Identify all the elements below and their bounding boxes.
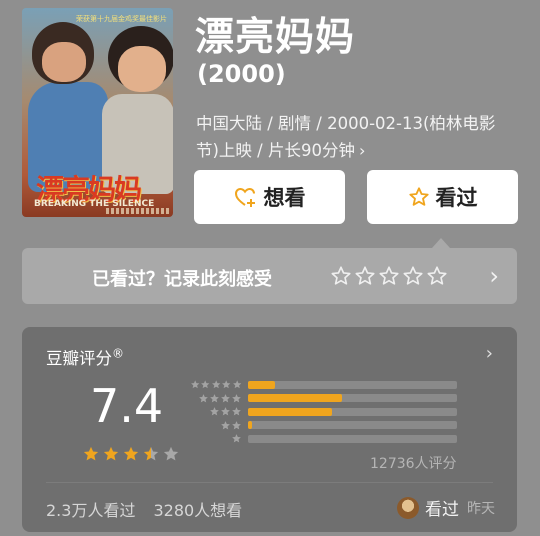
watched-button[interactable]: 看过 bbox=[367, 170, 518, 224]
movie-meta-text: 中国大陆 / 剧情 / 2000-02-13(柏林电影节)上映 / 片长90分钟 bbox=[196, 114, 496, 160]
distribution-track bbox=[248, 380, 457, 389]
heart-plus-icon bbox=[234, 187, 255, 207]
poster-credits bbox=[106, 208, 170, 214]
distribution-track bbox=[248, 407, 457, 416]
chevron-right-icon: › bbox=[485, 343, 493, 364]
distribution-row bbox=[190, 392, 460, 406]
small-star-icon bbox=[221, 393, 230, 403]
distribution-stars bbox=[190, 393, 242, 404]
distribution-row bbox=[190, 419, 460, 433]
seen-count: 2.3万人看过 bbox=[46, 501, 136, 520]
rate-star-icon[interactable] bbox=[426, 265, 448, 287]
score-star-icon bbox=[123, 446, 139, 461]
rate-star-icon[interactable] bbox=[330, 265, 352, 287]
rate-star-icon[interactable] bbox=[378, 265, 400, 287]
small-star-icon bbox=[191, 380, 200, 389]
distribution-bar bbox=[248, 421, 253, 430]
movie-meta[interactable]: 中国大陆 / 剧情 / 2000-02-13(柏林电影节)上映 / 片长90分钟… bbox=[196, 110, 516, 164]
distribution-track bbox=[248, 434, 457, 443]
small-star-icon bbox=[232, 420, 241, 430]
small-star-icon bbox=[211, 380, 221, 389]
movie-year: (2000) bbox=[197, 60, 286, 88]
registered-mark: ® bbox=[112, 346, 124, 361]
small-star-icon bbox=[222, 380, 231, 389]
movie-title: 漂亮妈妈 bbox=[195, 15, 356, 60]
friend-status-time: 昨天 bbox=[467, 500, 495, 517]
distribution-stars bbox=[190, 433, 242, 444]
score-star-icon bbox=[163, 446, 179, 461]
chevron-right-icon: › bbox=[489, 262, 499, 290]
star-outline-icon bbox=[408, 187, 429, 206]
friend-status-label: 看过 bbox=[425, 500, 459, 520]
small-star-icon bbox=[199, 393, 208, 403]
small-star-icon bbox=[221, 407, 230, 416]
chevron-right-icon: › bbox=[358, 141, 366, 160]
poster-award-text: 荣获第十九届金鸡奖最佳影片 bbox=[76, 15, 167, 23]
want-to-watch-button[interactable]: 想看 bbox=[194, 170, 345, 224]
watched-label: 看过 bbox=[435, 186, 478, 210]
small-star-icon bbox=[232, 434, 241, 443]
rating-score: 7.4 bbox=[90, 379, 164, 433]
distribution-stars bbox=[190, 406, 242, 417]
rating-label: 豆瓣评分® bbox=[46, 345, 124, 369]
divider bbox=[46, 482, 493, 483]
poster-art-boy-face bbox=[42, 42, 86, 82]
small-star-icon bbox=[210, 407, 219, 416]
small-star-icon bbox=[221, 420, 230, 430]
distribution-bar bbox=[248, 394, 343, 403]
distribution-stars bbox=[190, 420, 242, 431]
small-star-icon bbox=[232, 393, 241, 403]
distribution-row bbox=[190, 378, 460, 392]
distribution-track bbox=[248, 394, 457, 403]
distribution-row bbox=[190, 405, 460, 419]
distribution-row bbox=[190, 432, 460, 446]
score-star-icon bbox=[103, 446, 119, 461]
distribution-track bbox=[248, 421, 457, 430]
score-star-icon bbox=[143, 446, 159, 461]
rate-stars[interactable] bbox=[330, 265, 448, 287]
watch-stats: 2.3万人看过 3280人想看 bbox=[46, 497, 260, 521]
small-star-icon bbox=[232, 407, 241, 416]
small-star-icon bbox=[232, 380, 241, 389]
rating-stars bbox=[82, 445, 180, 463]
record-bar-pointer bbox=[432, 238, 450, 248]
poster-art-mother-face bbox=[118, 46, 166, 92]
distribution-bar bbox=[248, 407, 332, 416]
rating-label-text: 豆瓣评分 bbox=[46, 349, 112, 368]
small-star-icon bbox=[210, 393, 219, 403]
avatar bbox=[397, 496, 419, 519]
rating-distribution bbox=[190, 378, 460, 446]
score-star-icon bbox=[83, 446, 99, 461]
record-feeling-bar[interactable]: 已看过？记录此刻感受 › bbox=[22, 248, 517, 304]
record-prompt: 已看过？记录此刻感受 bbox=[92, 269, 272, 290]
distribution-stars bbox=[190, 379, 242, 390]
want-to-watch-label: 想看 bbox=[263, 186, 306, 210]
want-count: 3280人想看 bbox=[153, 501, 243, 520]
rate-star-icon[interactable] bbox=[354, 265, 376, 287]
small-star-icon bbox=[201, 380, 210, 389]
friend-status[interactable]: 看过 昨天 bbox=[397, 495, 495, 520]
rate-star-icon[interactable] bbox=[402, 265, 424, 287]
movie-poster[interactable]: 荣获第十九届金鸡奖最佳影片 漂亮妈妈 BREAKING THE SILENCE bbox=[22, 8, 173, 217]
distribution-bar bbox=[248, 380, 276, 389]
douban-rating-card[interactable]: 豆瓣评分® › 7.4 12736人评分 2.3万人看过 3280人想看 看过 昨… bbox=[22, 327, 517, 532]
rating-count: 12736人评分 bbox=[370, 456, 457, 472]
